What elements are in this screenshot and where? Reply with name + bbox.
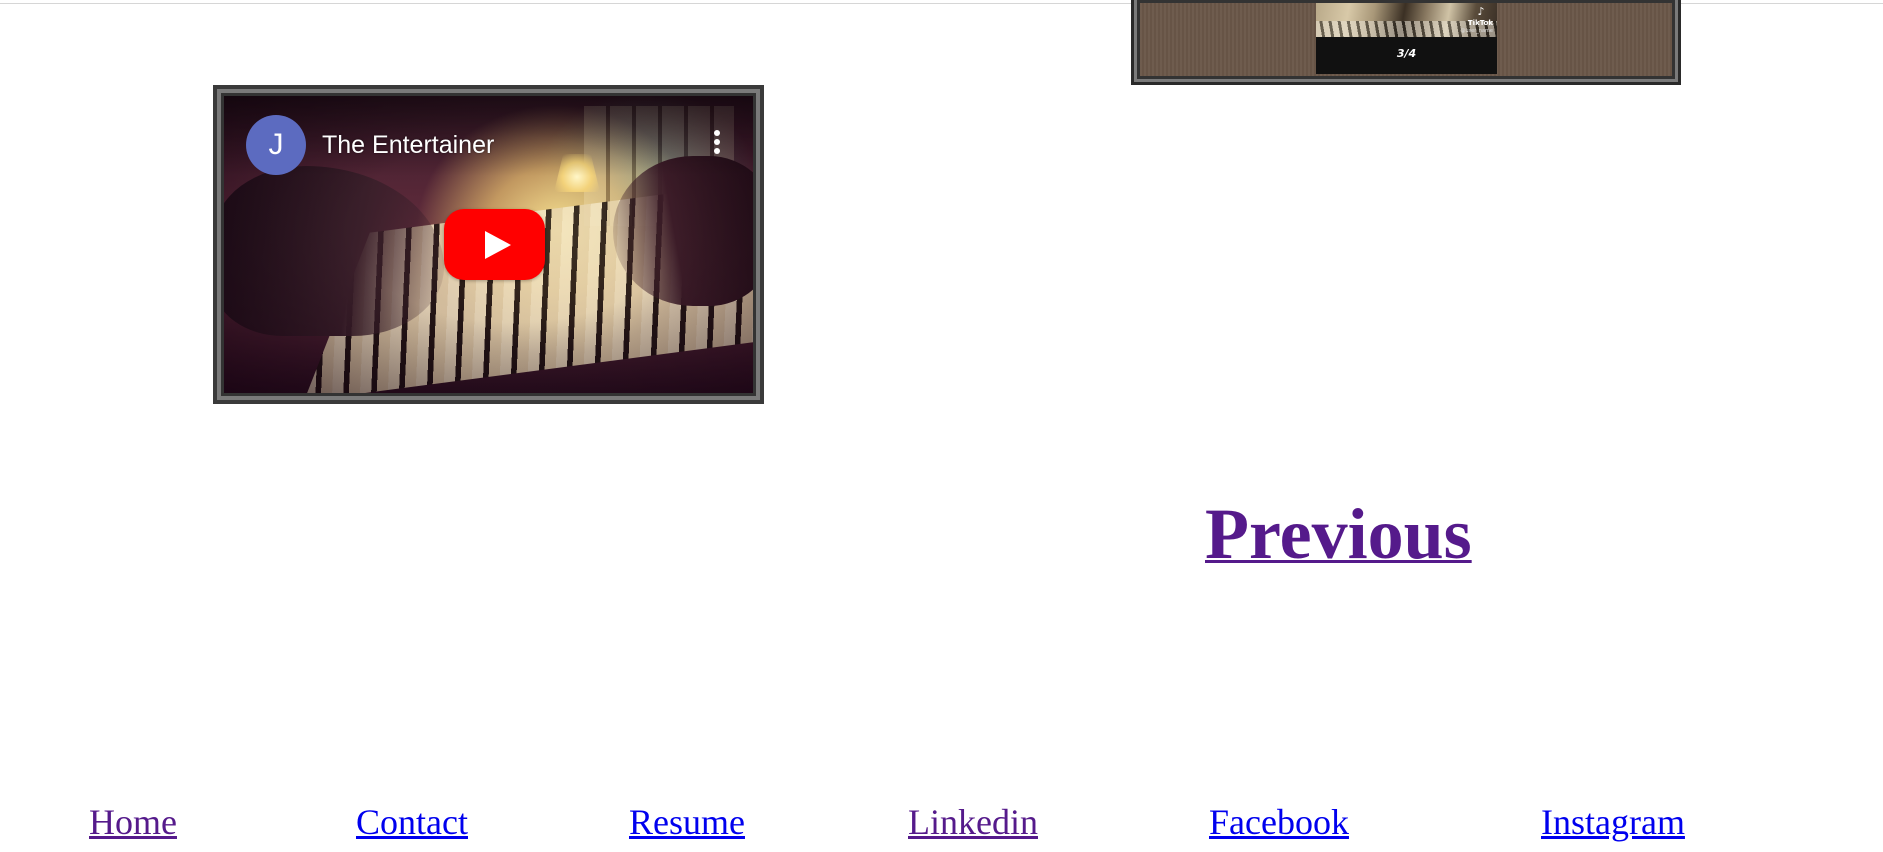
footer-link-facebook[interactable]: Facebook	[1209, 800, 1349, 844]
video-title[interactable]: The Entertainer	[322, 129, 494, 161]
youtube-player[interactable]: J The Entertainer	[224, 96, 753, 393]
previous-link[interactable]: Previous	[1205, 494, 1472, 574]
more-dot	[714, 130, 720, 136]
tiktok-brand-label: TikTok	[1467, 19, 1493, 27]
youtube-embed-frame: J The Entertainer	[213, 85, 764, 404]
tiktok-video[interactable]: ♪ TikTok @user_name 3/4	[1316, 3, 1497, 74]
play-button[interactable]	[444, 209, 545, 280]
tiktok-logo-icon: ♪	[1477, 5, 1485, 18]
tiktok-embed-frame: ♪ TikTok @user_name 3/4	[1131, 0, 1681, 85]
more-dot	[714, 139, 720, 145]
more-dot	[714, 148, 720, 154]
tiktok-handle: @user_name	[1460, 28, 1493, 34]
footer-link-resume[interactable]: Resume	[629, 800, 745, 844]
channel-avatar[interactable]: J	[246, 115, 306, 175]
play-icon	[485, 231, 511, 259]
tiktok-embed-background: ♪ TikTok @user_name 3/4	[1140, 3, 1672, 76]
footer-nav: Home Contact Resume Linkedin Facebook In…	[0, 800, 1883, 850]
footer-link-linkedin[interactable]: Linkedin	[908, 800, 1038, 844]
footer-link-home[interactable]: Home	[89, 800, 177, 844]
footer-link-instagram[interactable]: Instagram	[1541, 800, 1685, 844]
footer-link-contact[interactable]: Contact	[356, 800, 468, 844]
more-vert-icon[interactable]	[711, 130, 723, 160]
slide-counter: 3/4	[1396, 47, 1417, 60]
